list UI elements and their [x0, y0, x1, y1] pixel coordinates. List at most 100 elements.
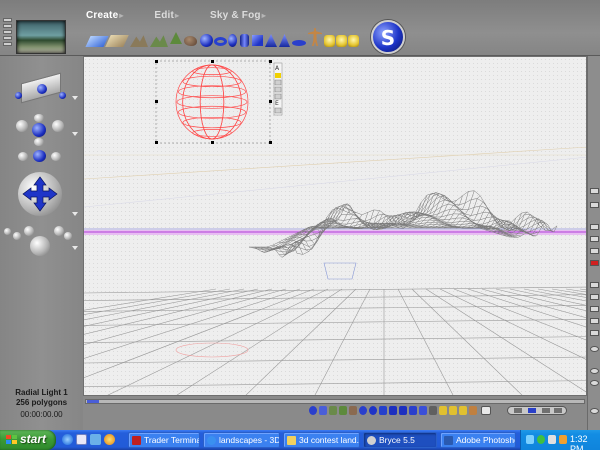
- edit-tool-icon[interactable]: [590, 188, 599, 194]
- rewind-icon[interactable]: [514, 408, 522, 413]
- bryce-app-icon: [367, 436, 376, 445]
- select-rock-icon[interactable]: [349, 406, 357, 415]
- show-desktop-icon[interactable]: [90, 434, 101, 445]
- quick-launch: [62, 433, 124, 447]
- view-control-icon[interactable]: [15, 64, 67, 104]
- light-control-icon[interactable]: [4, 224, 78, 256]
- tree-icon[interactable]: [170, 32, 182, 44]
- start-button[interactable]: start: [0, 430, 56, 450]
- polygon-count: 256 polygons: [15, 397, 68, 407]
- cube-icon[interactable]: [252, 35, 263, 46]
- layout-tool-icon[interactable]: [590, 306, 599, 312]
- media-player-icon[interactable]: [104, 434, 115, 445]
- radial-light-icon[interactable]: [324, 35, 335, 47]
- ellipsoid-icon[interactable]: [228, 34, 237, 47]
- select-cube-icon[interactable]: [389, 406, 397, 415]
- select-light-icon[interactable]: [439, 406, 447, 415]
- pyramid-icon[interactable]: [279, 34, 290, 47]
- camera-trackball-icon[interactable]: [18, 172, 62, 216]
- app-icon: [132, 436, 141, 445]
- select-light-icon[interactable]: [449, 406, 457, 415]
- help-icon[interactable]: [590, 408, 599, 414]
- figure-icon[interactable]: [308, 28, 322, 46]
- task-button-photoshop[interactable]: Adobe Photoshop: [440, 432, 516, 448]
- messenger-icon[interactable]: [537, 435, 545, 444]
- outlook-icon[interactable]: [76, 434, 87, 445]
- task-button-3d-contest[interactable]: 3d contest land...: [283, 432, 360, 448]
- render-menu-icon[interactable]: [72, 246, 78, 250]
- paint-tool-icon[interactable]: [590, 202, 599, 208]
- nano-preview-window[interactable]: [16, 20, 66, 54]
- task-button-landscapes[interactable]: landscapes - 3D...: [203, 432, 280, 448]
- bryce-logo-icon[interactable]: [371, 20, 405, 54]
- torus-icon[interactable]: [214, 37, 227, 46]
- mountain-icon[interactable]: [150, 35, 168, 47]
- select-light-icon[interactable]: [459, 406, 467, 415]
- select-torus-icon[interactable]: [359, 406, 367, 415]
- clock[interactable]: 1:32 PM: [570, 434, 600, 450]
- square-light-icon[interactable]: [348, 35, 359, 47]
- scene-viewport[interactable]: A E: [83, 56, 587, 396]
- ground-plane-icon[interactable]: [105, 35, 129, 47]
- edit-tab[interactable]: Edit▸: [154, 10, 193, 21]
- task-button-bryce[interactable]: Bryce 5.5: [363, 432, 437, 448]
- camera-dolly-icon[interactable]: [18, 148, 62, 164]
- object-attribute-toolbar[interactable]: A E: [273, 62, 283, 116]
- disk-icon[interactable]: [292, 40, 306, 46]
- terrain-icon[interactable]: [130, 35, 148, 47]
- camera-pan-icon[interactable]: [12, 114, 68, 146]
- rock-icon[interactable]: [184, 36, 197, 46]
- palette-menu: Create▸ Edit▸ Sky & Fog▸: [86, 10, 294, 21]
- select-tree-icon[interactable]: [339, 406, 347, 415]
- svg-text:E: E: [275, 100, 279, 107]
- select-pyramid-icon[interactable]: [409, 406, 417, 415]
- animation-controls[interactable]: [507, 406, 567, 415]
- select-terrain-icon[interactable]: [329, 406, 337, 415]
- folder-icon: [287, 436, 296, 445]
- layout-tool-icon[interactable]: [590, 282, 599, 288]
- tray-app-icon[interactable]: [559, 435, 567, 444]
- internet-explorer-icon[interactable]: [62, 434, 73, 445]
- view-menu-icon[interactable]: [72, 96, 78, 100]
- end-icon[interactable]: [554, 408, 562, 413]
- play-icon[interactable]: [528, 408, 536, 413]
- sky-fog-tab[interactable]: Sky & Fog▸: [210, 10, 280, 21]
- select-cylinder-icon[interactable]: [379, 406, 387, 415]
- select-group-icon[interactable]: [481, 406, 491, 415]
- layout-tool-icon[interactable]: [590, 318, 599, 324]
- select-sphere-icon[interactable]: [369, 406, 377, 415]
- layout-tool-icon[interactable]: [590, 224, 599, 230]
- stop-icon[interactable]: [590, 260, 599, 266]
- nano-preview-controls[interactable]: [3, 18, 14, 52]
- task-button-trader-terminal[interactable]: Trader Terminal...: [128, 432, 200, 448]
- network-icon[interactable]: [526, 435, 534, 444]
- zoom-icon[interactable]: [590, 380, 599, 386]
- sphere-icon[interactable]: [200, 34, 213, 47]
- photoshop-icon: [444, 436, 453, 445]
- layout-tool-icon[interactable]: [590, 236, 599, 242]
- forward-icon[interactable]: [542, 408, 550, 413]
- select-sphere-icon[interactable]: [309, 406, 317, 415]
- zoom-icon[interactable]: [590, 368, 599, 374]
- create-tab[interactable]: Create▸: [86, 10, 138, 21]
- trackball-menu-icon[interactable]: [72, 212, 78, 216]
- select-cone-icon[interactable]: [399, 406, 407, 415]
- select-camera-icon[interactable]: [469, 406, 477, 415]
- layout-tool-icon[interactable]: [590, 294, 599, 300]
- select-disk-icon[interactable]: [419, 406, 427, 415]
- volume-icon[interactable]: [548, 435, 556, 444]
- layout-tool-icon[interactable]: [590, 248, 599, 254]
- select-plane-icon[interactable]: [429, 406, 437, 415]
- start-label: start: [20, 432, 47, 446]
- layout-tool-icon[interactable]: [590, 330, 599, 336]
- camera-menu-icon[interactable]: [72, 132, 78, 136]
- compass-icon[interactable]: [590, 346, 599, 352]
- spot-light-icon[interactable]: [336, 35, 347, 47]
- cone-icon[interactable]: [265, 34, 277, 47]
- timeline-thumb[interactable]: [87, 400, 99, 403]
- selection-status: Radial Light 1 256 polygons 00:00:00.00: [0, 388, 83, 420]
- time-display: 00:00:00.00: [20, 410, 63, 419]
- cylinder-icon[interactable]: [240, 34, 249, 47]
- timeline-scrollbar[interactable]: [85, 399, 585, 404]
- select-light-icon[interactable]: [319, 406, 327, 415]
